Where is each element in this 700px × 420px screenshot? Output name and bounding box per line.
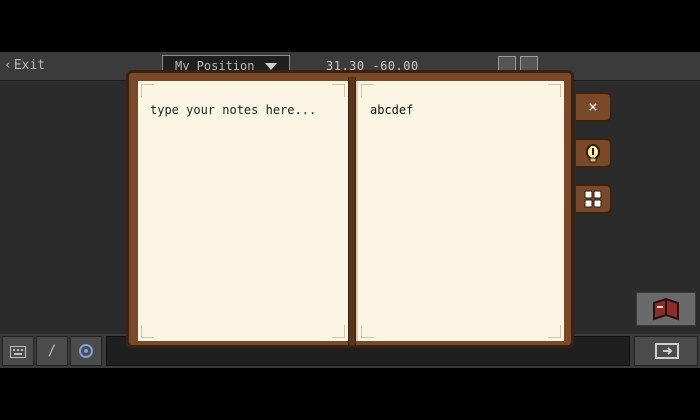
chevron-down-icon <box>265 63 277 70</box>
left-page[interactable]: type your notes here... <box>138 81 350 341</box>
send-button[interactable] <box>634 336 698 366</box>
notebook: type your notes here... abcdef <box>126 70 574 348</box>
chevron-left-icon: ‹ <box>4 58 12 73</box>
letterbox-top <box>0 0 700 52</box>
keyboard-button[interactable] <box>2 336 34 366</box>
left-page-text[interactable]: type your notes here... <box>150 103 316 117</box>
command-glyph: / <box>47 343 57 359</box>
exit-label: Exit <box>13 58 46 73</box>
close-button[interactable]: × <box>576 92 612 122</box>
command-button[interactable]: / <box>36 336 68 366</box>
grid-icon <box>584 190 602 208</box>
exit-button[interactable]: ‹ Exit <box>4 56 50 76</box>
book-spine <box>348 77 356 345</box>
keyboard-icon <box>10 346 26 358</box>
settings-icon <box>79 344 93 358</box>
grid-button[interactable] <box>576 184 612 214</box>
close-icon: × <box>588 97 598 116</box>
book-icon <box>653 297 679 321</box>
hint-button[interactable] <box>576 138 612 168</box>
book-button[interactable] <box>636 292 696 326</box>
send-icon <box>655 343 679 359</box>
lightbulb-icon <box>586 144 600 163</box>
right-page-text[interactable]: abcdef <box>370 103 413 117</box>
letterbox-bottom <box>0 368 700 420</box>
settings-button[interactable] <box>70 336 102 366</box>
right-page[interactable]: abcdef <box>356 81 564 341</box>
